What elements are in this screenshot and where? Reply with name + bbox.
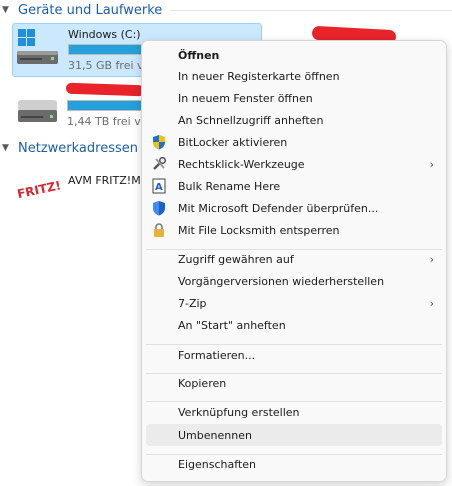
menu-item-in-neuem-fenster-öffnen[interactable]: In neuem Fenster öffnen bbox=[146, 87, 442, 109]
section-title: Netzwerkadressen bbox=[18, 140, 138, 156]
menu-item-label: Vorgängerversionen wiederherstellen bbox=[178, 274, 385, 288]
section-title: Geräte und Laufwerke bbox=[18, 2, 163, 18]
drive-free-space: 31,5 GB frei vo bbox=[68, 59, 151, 72]
menu-item-öffnen[interactable]: Öffnen bbox=[146, 44, 442, 66]
menu-item-label: Bulk Rename Here bbox=[178, 179, 281, 193]
menu-item-7-zip[interactable]: 7-Zip › bbox=[146, 292, 442, 314]
section-header-network[interactable]: ▼ Netzwerkadressen bbox=[2, 138, 142, 158]
menu-item-eigenschaften[interactable]: Eigenschaften bbox=[146, 453, 442, 475]
fritz-logo-icon: FRITZ! bbox=[14, 172, 62, 208]
lock-icon bbox=[151, 222, 167, 238]
menu-item-kopieren[interactable]: Kopieren bbox=[146, 372, 442, 394]
menu-item-formatieren[interactable]: Formatieren... bbox=[146, 344, 442, 366]
menu-item-label: Mit File Locksmith entsperren bbox=[178, 223, 340, 237]
menu-item-label: Mit Microsoft Defender überprüfen... bbox=[178, 201, 379, 215]
drive-icon bbox=[15, 92, 59, 132]
menu-item-label: In neuer Registerkarte öffnen bbox=[178, 69, 340, 83]
menu-item-an-schnellzugriff-anheften[interactable]: An Schnellzugriff anheften bbox=[146, 109, 442, 131]
menu-item-label: 7-Zip bbox=[178, 296, 207, 310]
menu-separator bbox=[146, 401, 442, 402]
context-menu: Öffnen In neuer Registerkarte öffnen In ne… bbox=[141, 40, 447, 482]
menu-item-vorgängerversionen-wiederherstellen[interactable]: Vorgängerversionen wiederherstellen bbox=[146, 270, 442, 292]
menu-item-label: Umbenennen bbox=[178, 428, 252, 442]
menu-item-label: An Schnellzugriff anheften bbox=[178, 113, 324, 127]
menu-item-verknüpfung-erstellen[interactable]: Verknüpfung erstellen bbox=[146, 401, 442, 423]
menu-item-mit-microsoft-defender-überprüfen[interactable]: Mit Microsoft Defender überprüfen... bbox=[146, 197, 442, 219]
chevron-right-icon: › bbox=[429, 252, 434, 266]
chevron-down-icon[interactable]: ▼ bbox=[2, 5, 16, 15]
svg-text:FRITZ!: FRITZ! bbox=[16, 178, 62, 201]
menu-item-label: Verknüpfung erstellen bbox=[178, 405, 300, 419]
menu-item-label: In neuem Fenster öffnen bbox=[178, 91, 313, 105]
divider bbox=[170, 10, 452, 11]
menu-separator bbox=[146, 249, 442, 250]
menu-separator bbox=[146, 344, 442, 345]
drive-name: Windows (C:) bbox=[68, 28, 141, 41]
menu-item-label: BitLocker aktivieren bbox=[178, 135, 288, 149]
menu-item-an-start-anheften[interactable]: An "Start" anheften bbox=[146, 314, 442, 336]
chevron-right-icon: › bbox=[429, 296, 434, 310]
shield-uac-icon bbox=[151, 134, 167, 150]
menu-item-label: An "Start" anheften bbox=[178, 318, 286, 332]
bulk-rename-icon: A bbox=[151, 178, 167, 194]
menu-item-bulk-rename-here[interactable]: A Bulk Rename Here bbox=[146, 175, 442, 197]
menu-item-zugriff-gewähren-auf[interactable]: Zugriff gewähren auf › bbox=[146, 248, 442, 270]
section-header-drives[interactable]: ▼ Geräte und Laufwerke bbox=[2, 0, 452, 20]
drive-windows-icon bbox=[16, 27, 60, 71]
menu-item-umbenennen[interactable]: Umbenennen bbox=[146, 424, 442, 446]
menu-item-label: Formatieren... bbox=[178, 348, 256, 362]
menu-item-label: Kopieren bbox=[178, 376, 227, 390]
menu-item-mit-file-locksmith-entsperren[interactable]: Mit File Locksmith entsperren bbox=[146, 219, 442, 241]
menu-item-label: Öffnen bbox=[178, 48, 220, 62]
network-item-label: AVM FRITZ!M bbox=[68, 174, 141, 187]
menu-separator bbox=[146, 373, 442, 374]
menu-item-label: Zugriff gewähren auf bbox=[178, 252, 294, 266]
network-item-fritz[interactable]: FRITZ! AVM FRITZ!M bbox=[12, 170, 142, 210]
drive-free-space: 1,44 TB frei vo bbox=[67, 115, 148, 128]
menu-separator bbox=[146, 454, 442, 455]
defender-icon bbox=[151, 200, 167, 216]
svg-text:A: A bbox=[155, 182, 163, 193]
menu-item-rechtsklick-werkzeuge[interactable]: Rechtsklick-Werkzeuge › bbox=[146, 153, 442, 175]
menu-item-in-neuer-registerkarte-öffnen[interactable]: In neuer Registerkarte öffnen bbox=[146, 65, 442, 87]
tools-icon bbox=[151, 156, 167, 172]
menu-item-label: Rechtsklick-Werkzeuge bbox=[178, 157, 305, 171]
menu-item-bitlocker-aktivieren[interactable]: BitLocker aktivieren bbox=[146, 131, 442, 153]
chevron-down-icon[interactable]: ▼ bbox=[2, 143, 16, 153]
chevron-right-icon: › bbox=[429, 157, 434, 171]
menu-item-label: Eigenschaften bbox=[178, 457, 256, 471]
